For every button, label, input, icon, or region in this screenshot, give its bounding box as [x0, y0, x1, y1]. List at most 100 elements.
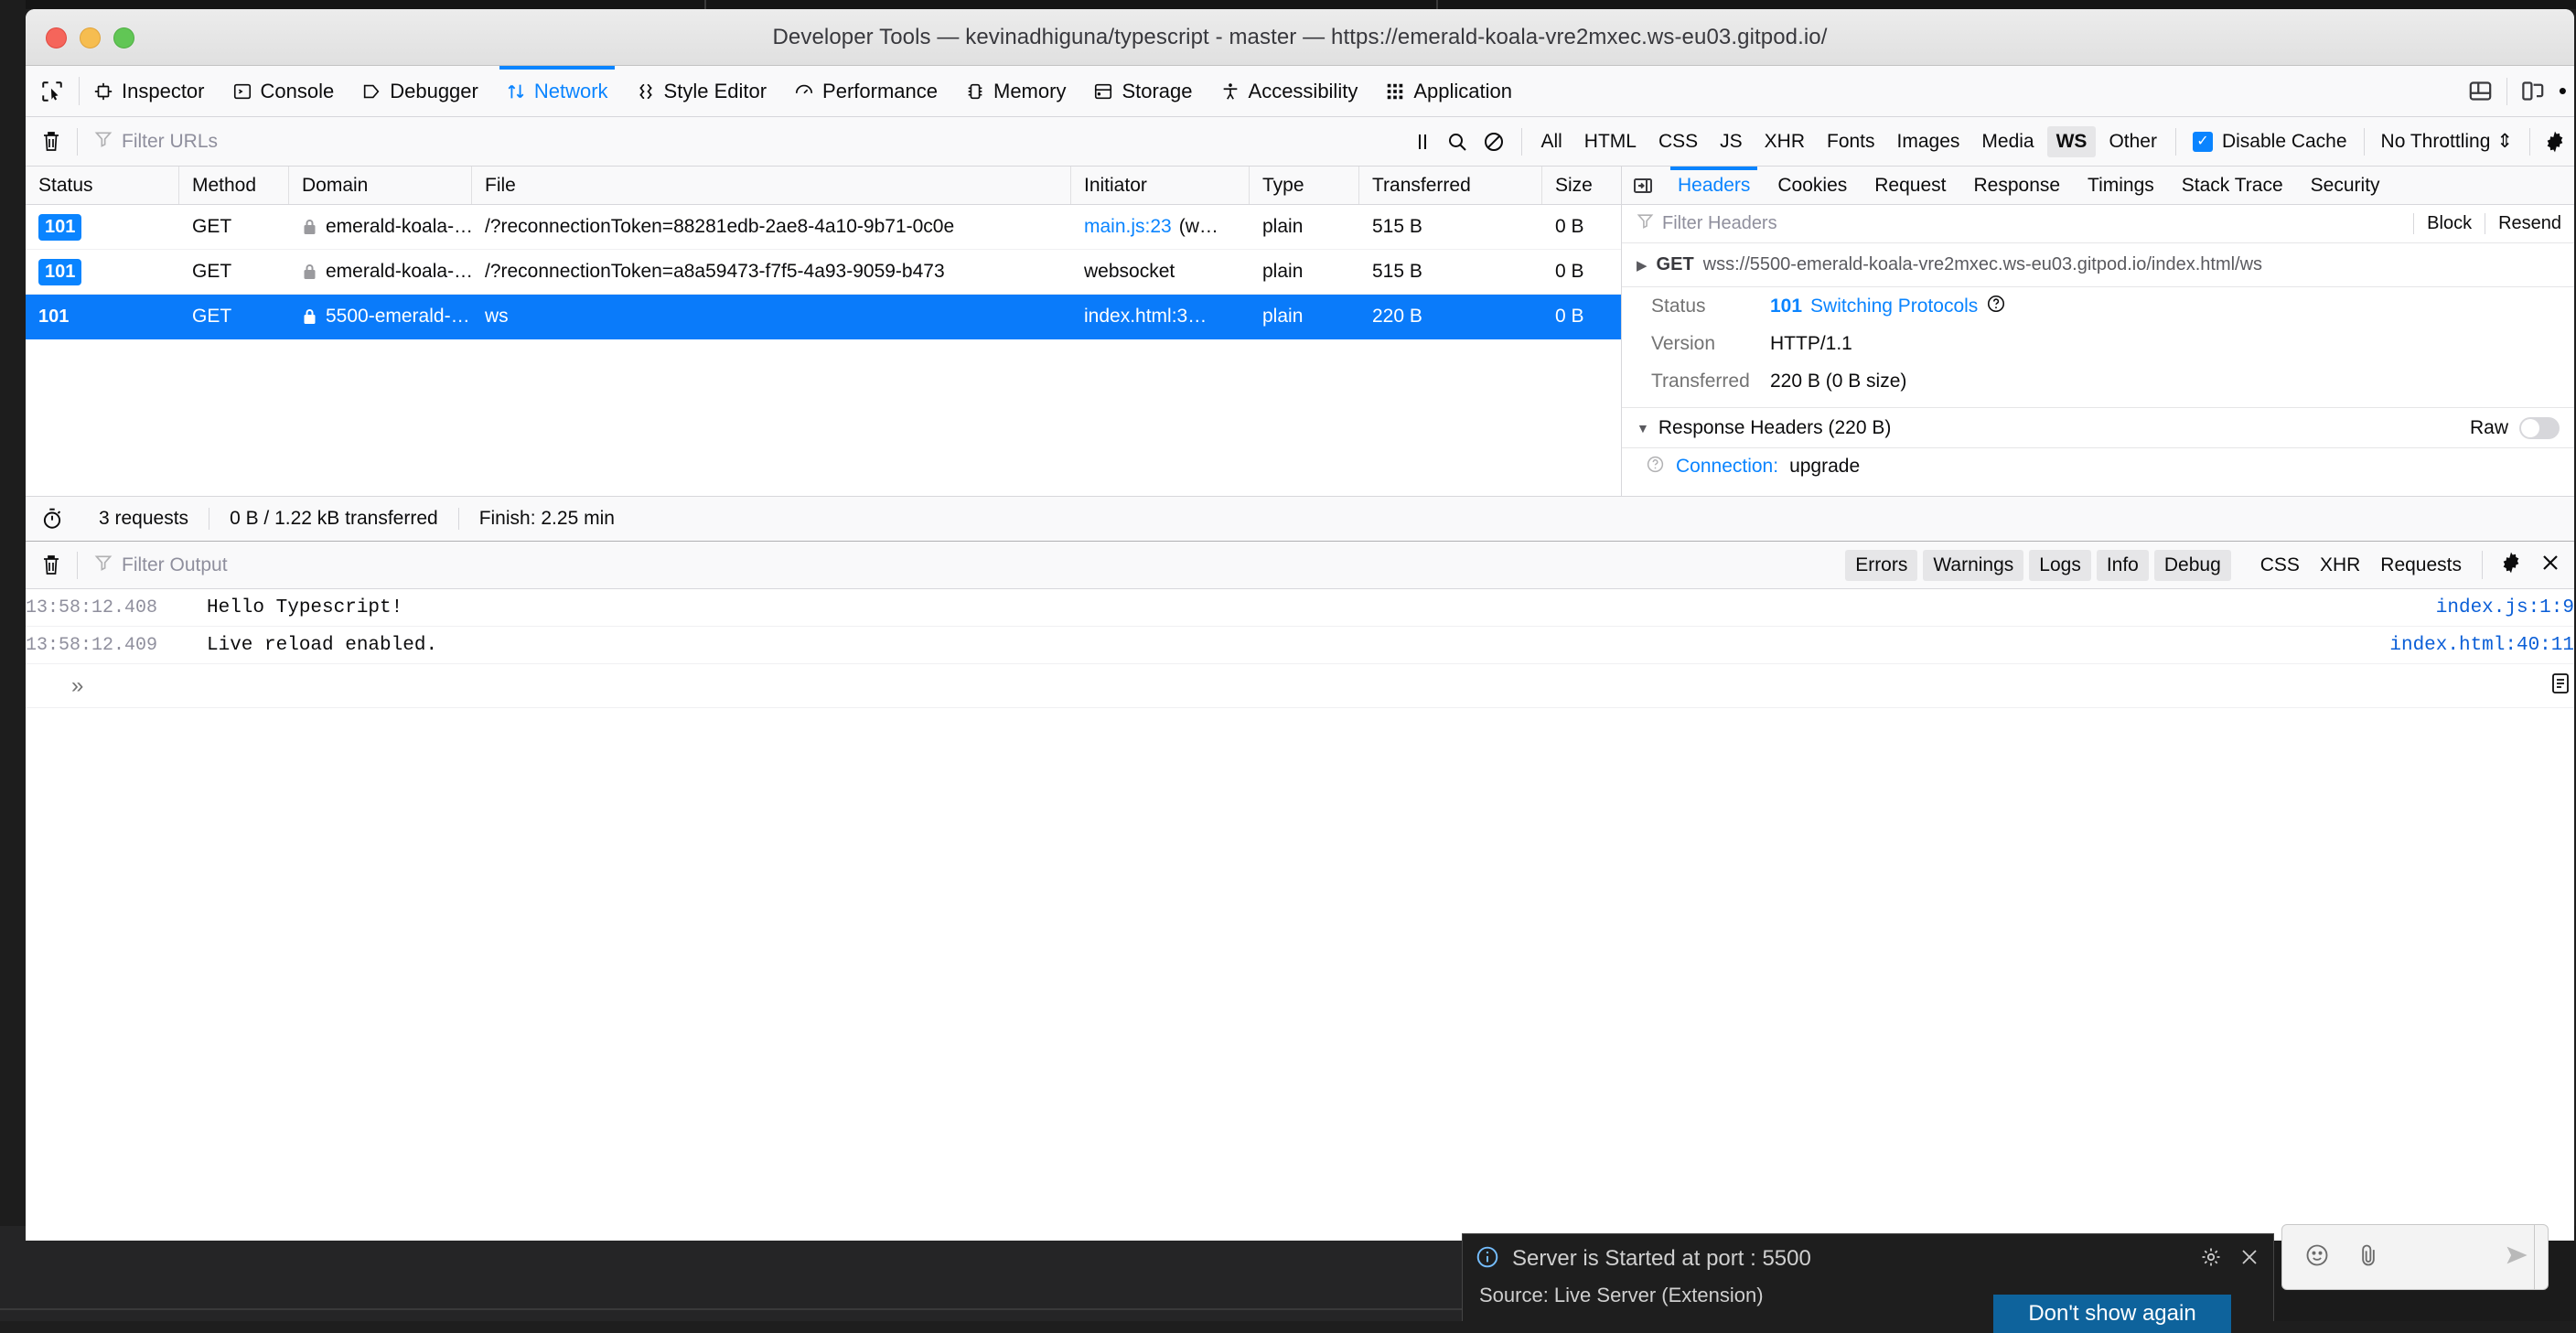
- type-filter-fonts[interactable]: Fonts: [1818, 126, 1884, 157]
- level-logs[interactable]: Logs: [2029, 550, 2091, 581]
- tab-style-editor[interactable]: Style Editor: [622, 66, 781, 116]
- type-filter-html[interactable]: HTML: [1575, 126, 1646, 157]
- tab-console[interactable]: Console: [219, 66, 349, 116]
- list-item[interactable]: 13:58:12.409 Live reload enabled. index.…: [26, 627, 2574, 664]
- table-row[interactable]: 101 GET emerald-koala-… /?reconnectionTo…: [26, 205, 1621, 250]
- window-controls[interactable]: [46, 27, 134, 48]
- minimize-window-button[interactable]: [80, 27, 101, 48]
- help-icon[interactable]: [1646, 455, 1665, 479]
- responsive-design-mode-icon[interactable]: [2507, 79, 2559, 103]
- type-filter-js[interactable]: JS: [1711, 126, 1752, 157]
- tab-response[interactable]: Response: [1959, 167, 2074, 204]
- tab-application[interactable]: Application: [1371, 66, 1526, 116]
- gear-icon[interactable]: [2499, 551, 2523, 579]
- filter-urls-input[interactable]: Filter URLs: [78, 130, 1397, 154]
- level-errors[interactable]: Errors: [1845, 550, 1917, 581]
- column-header-method[interactable]: Method: [179, 167, 289, 204]
- tab-storage-label: Storage: [1122, 80, 1192, 103]
- console-output: 13:58:12.408 Hello Typescript! index.js:…: [26, 589, 2574, 1102]
- search-icon[interactable]: [1446, 131, 1468, 153]
- table-row[interactable]: 101 GET 5500-emerald-… ws index.html:3… …: [26, 295, 1621, 339]
- tab-memory[interactable]: Memory: [951, 66, 1079, 116]
- tab-debugger[interactable]: Debugger: [348, 66, 492, 116]
- block-icon[interactable]: [1483, 131, 1505, 153]
- emoji-icon[interactable]: [2304, 1242, 2330, 1273]
- response-headers-section[interactable]: ▼ Response Headers (220 B) Raw: [1622, 407, 2574, 448]
- column-header-initiator[interactable]: Initiator: [1071, 167, 1250, 204]
- log-source[interactable]: index.html:40:11: [2389, 635, 2574, 656]
- tab-timings[interactable]: Timings: [2074, 167, 2168, 204]
- tab-storage[interactable]: Storage: [1079, 66, 1206, 116]
- summary-row-version: Version HTTP/1.1: [1622, 325, 2574, 362]
- level-debug[interactable]: Debug: [2154, 550, 2231, 581]
- notification-actions: [2200, 1246, 2260, 1273]
- type-requests[interactable]: Requests: [2380, 554, 2462, 576]
- tab-network[interactable]: Network: [492, 66, 622, 116]
- trash-icon[interactable]: [26, 130, 77, 154]
- type-filter-xhr[interactable]: XHR: [1755, 126, 1814, 157]
- throttling-dropdown[interactable]: No Throttling ⇕: [2365, 130, 2529, 153]
- tab-cookies[interactable]: Cookies: [1764, 167, 1861, 204]
- chevron-right-icon[interactable]: ▶: [1637, 257, 1648, 274]
- dont-show-again-button[interactable]: Don't show again: [1993, 1295, 2231, 1333]
- type-xhr[interactable]: XHR: [2320, 554, 2360, 576]
- tab-headers[interactable]: Headers: [1664, 167, 1764, 204]
- column-header-transferred[interactable]: Transferred: [1359, 167, 1542, 204]
- gear-icon[interactable]: [2200, 1246, 2222, 1273]
- pause-icon[interactable]: [1413, 131, 1432, 153]
- initiator-link[interactable]: main.js:23: [1084, 216, 1172, 238]
- trash-icon[interactable]: [26, 554, 77, 577]
- cell-type: plain: [1250, 250, 1359, 294]
- tab-inspector[interactable]: Inspector: [80, 66, 219, 116]
- tab-performance[interactable]: Performance: [780, 66, 951, 116]
- table-row[interactable]: 101 GET emerald-koala-… /?reconnectionTo…: [26, 250, 1621, 295]
- tab-security[interactable]: Security: [2297, 167, 2394, 204]
- tab-accessibility[interactable]: Accessibility: [1207, 66, 1372, 116]
- level-warnings[interactable]: Warnings: [1923, 550, 2023, 581]
- list-item[interactable]: 13:58:12.408 Hello Typescript! index.js:…: [26, 589, 2574, 627]
- element-picker-icon[interactable]: [26, 66, 79, 116]
- column-header-domain[interactable]: Domain: [289, 167, 472, 204]
- column-header-file[interactable]: File: [472, 167, 1071, 204]
- tab-stack-trace[interactable]: Stack Trace: [2168, 167, 2297, 204]
- column-header-status[interactable]: Status: [26, 167, 179, 204]
- log-source[interactable]: index.js:1:9: [2436, 597, 2574, 618]
- raw-toggle-wrap[interactable]: Raw: [2470, 417, 2560, 439]
- type-filter-css[interactable]: CSS: [1649, 126, 1707, 157]
- raw-toggle-switch[interactable]: [2519, 417, 2560, 439]
- level-info[interactable]: Info: [2097, 550, 2149, 581]
- dock-layout-icon[interactable]: [2455, 79, 2506, 103]
- close-icon[interactable]: [2539, 552, 2561, 578]
- console-editor-icon[interactable]: [2550, 672, 2574, 700]
- filter-output-input[interactable]: Filter Output: [78, 554, 1836, 577]
- send-icon[interactable]: [2504, 1242, 2548, 1273]
- type-filter-ws[interactable]: WS: [2047, 126, 2097, 157]
- help-icon[interactable]: [1986, 294, 2006, 319]
- collapse-sidebar-icon[interactable]: [1622, 167, 1664, 204]
- filter-headers-input[interactable]: Filter Headers: [1622, 212, 2413, 235]
- cell-domain-text: 5500-emerald-…: [326, 306, 470, 328]
- type-css[interactable]: CSS: [2260, 554, 2300, 576]
- cell-domain-text: emerald-koala-…: [326, 216, 472, 238]
- tab-request[interactable]: Request: [1861, 167, 1959, 204]
- close-icon[interactable]: [2238, 1246, 2260, 1273]
- resend-button[interactable]: Resend: [2485, 213, 2574, 234]
- block-button[interactable]: Block: [2413, 213, 2485, 234]
- attach-icon[interactable]: [2356, 1242, 2381, 1273]
- more-options-icon[interactable]: •: [2559, 77, 2571, 105]
- gear-icon[interactable]: [2530, 130, 2574, 154]
- column-header-size[interactable]: Size: [1542, 167, 1621, 204]
- chevron-down-icon[interactable]: ▼: [1637, 421, 1649, 435]
- request-url-row[interactable]: ▶ GET wss://5500-emerald-koala-vre2mxec.…: [1622, 243, 2574, 287]
- summary-value-version: HTTP/1.1: [1770, 333, 1852, 355]
- close-window-button[interactable]: [46, 27, 67, 48]
- type-filter-media[interactable]: Media: [1972, 126, 2043, 157]
- maximize-window-button[interactable]: [113, 27, 134, 48]
- disable-cache-checkbox[interactable]: ✓ Disable Cache: [2176, 131, 2364, 153]
- type-filter-other[interactable]: Other: [2099, 126, 2166, 157]
- console-input-row[interactable]: »: [26, 664, 2574, 708]
- cell-transferred: 515 B: [1359, 250, 1542, 294]
- column-header-type[interactable]: Type: [1250, 167, 1359, 204]
- type-filter-all[interactable]: All: [1531, 126, 1571, 157]
- type-filter-images[interactable]: Images: [1888, 126, 1970, 157]
